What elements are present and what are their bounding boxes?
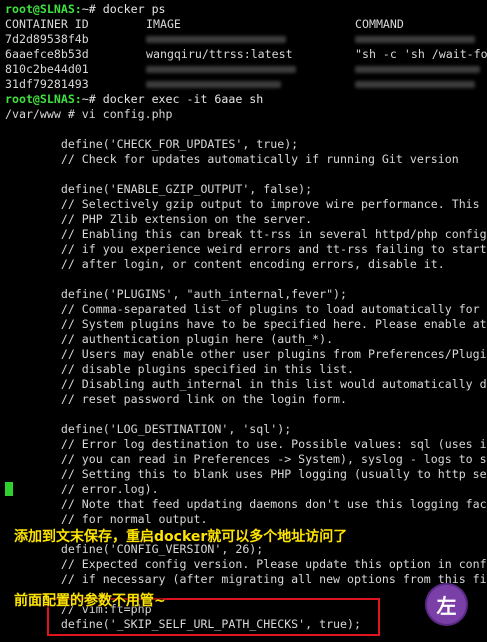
code-line: // if necessary (after migrating all new…	[5, 572, 487, 586]
code-line: define('ENABLE_GZIP_OUTPUT', false);	[5, 182, 313, 196]
code-line: // Error log destination to use. Possibl…	[5, 437, 487, 451]
code-line: // Enabling this can break tt-rss in sev…	[5, 227, 487, 241]
code-line: // Note that feed updating daemons don't…	[5, 497, 487, 511]
header-command: COMMAND	[355, 17, 404, 31]
redacted-image	[146, 32, 286, 47]
code-line: define('PLUGINS', "auth_internal,fever")…	[5, 287, 348, 301]
container-row-image: wangqiru/ttrss:latest	[146, 47, 293, 61]
redacted-image	[146, 77, 281, 92]
exec-command-line: root@SLNAS:~# docker exec -it 6aae sh	[5, 92, 263, 107]
container-row-id: 31df79281493	[5, 77, 89, 91]
redacted-image	[146, 62, 296, 77]
code-line: // error.log).	[5, 482, 159, 496]
code-line: // PHP Zlib extension on the server.	[5, 212, 313, 226]
code-line: // Disabling auth_internal in this list …	[5, 377, 487, 391]
container-row-id: 6aaefce8b53d	[5, 47, 89, 61]
code-line: // Expected config version. Please updat…	[5, 557, 487, 571]
code-line: // if you experience weird errors and tt…	[5, 242, 487, 256]
code-line: // you can read in Preferences -> System…	[5, 452, 487, 466]
annotation-top: 添加到文末保存，重启docker就可以多个地址访问了	[14, 529, 348, 545]
code-line: define('LOG_DESTINATION', 'sql');	[5, 422, 292, 436]
code-line: // System plugins have to be specified h…	[5, 317, 487, 331]
command-text: ~# docker exec -it 6aae sh	[81, 92, 264, 106]
command-text: ~# docker ps	[81, 2, 166, 16]
container-row-command: "sh -c 'sh /wait-fo	[355, 47, 487, 61]
code-line: // authentication plugin here (auth_*).	[5, 332, 334, 346]
redacted-command	[355, 77, 475, 92]
ps-header-row: CONTAINER ID	[5, 17, 89, 32]
container-row-id: 7d2d89538f4b	[5, 32, 89, 46]
watermark-logo: 左	[427, 585, 466, 624]
code-line: define('CHECK_FOR_UPDATES', true);	[5, 137, 299, 151]
code-line: // disable plugins specified in this lis…	[5, 362, 355, 376]
code-line: // Check for updates automatically if ru…	[5, 152, 459, 166]
vi-command-line: /var/www # vi config.php	[5, 107, 173, 121]
header-container-id: CONTAINER ID	[5, 17, 89, 31]
text-cursor	[5, 482, 13, 496]
code-line: // Setting this to blank uses PHP loggin…	[5, 467, 487, 481]
header-image: IMAGE	[146, 17, 181, 31]
code-line: // for normal output.	[5, 512, 208, 526]
code-line: // Selectively gzip output to improve wi…	[5, 197, 480, 211]
code-line: // Comma-separated list of plugins to lo…	[5, 302, 480, 316]
code-line: // Users may enable other user plugins f…	[5, 347, 487, 361]
redacted-command	[355, 62, 480, 77]
annotation-bottom: 前面配置的参数不用管~	[14, 593, 166, 609]
redacted-command	[355, 32, 475, 47]
container-row-id: 810c2be44d01	[5, 62, 89, 76]
code-line: // reset password link on the login form…	[5, 392, 348, 406]
prompt: root@SLNAS:	[5, 2, 82, 16]
prompt: root@SLNAS:	[5, 92, 82, 106]
code-line: // after login, or content encoding erro…	[5, 257, 445, 271]
ps-command-line: root@SLNAS:~# docker ps	[5, 2, 166, 17]
